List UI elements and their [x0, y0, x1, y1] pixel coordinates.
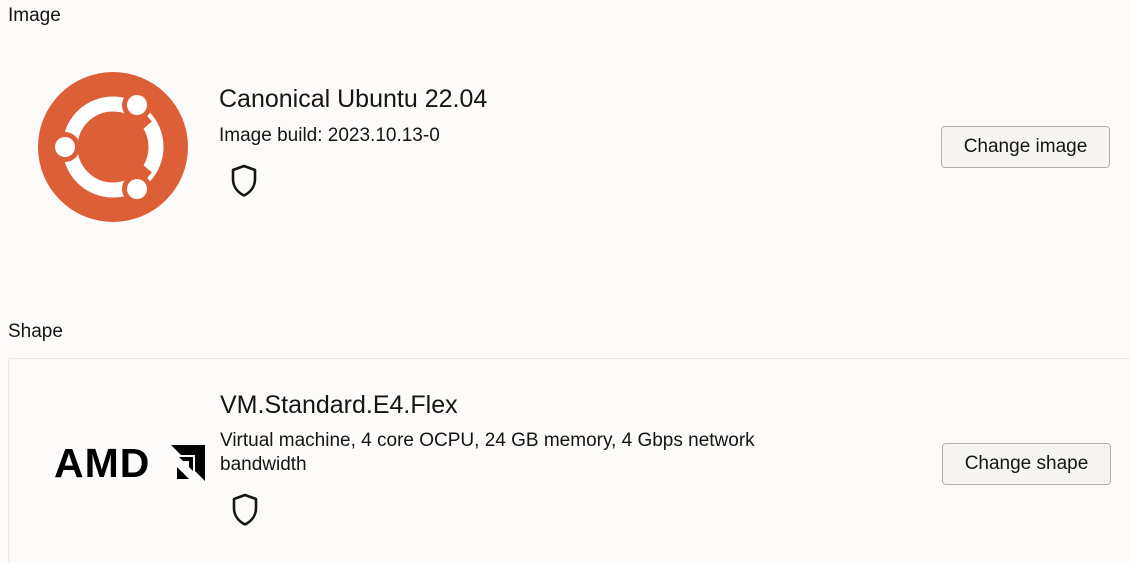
- change-shape-button[interactable]: Change shape: [942, 443, 1111, 485]
- shape-card: AMD VM.Standard.E4.Flex Virtual machine,…: [8, 358, 1130, 563]
- image-section-label: Image: [8, 5, 61, 26]
- shape-title: VM.Standard.E4.Flex: [220, 391, 458, 419]
- image-title: Canonical Ubuntu 22.04: [219, 85, 488, 113]
- shape-section-label: Shape: [8, 321, 63, 342]
- image-build-text: Image build: 2023.10.13-0: [219, 125, 440, 146]
- amd-logo-icon: AMD: [54, 443, 205, 483]
- shape-description: Virtual machine, 4 core OCPU, 24 GB memo…: [220, 430, 755, 475]
- change-image-button[interactable]: Change image: [941, 126, 1110, 168]
- amd-logo-text: AMD: [54, 443, 150, 483]
- shield-icon: [231, 164, 257, 197]
- image-card: Canonical Ubuntu 22.04 Image build: 2023…: [8, 40, 1130, 260]
- shield-icon: [232, 493, 258, 526]
- ubuntu-logo-icon: [38, 72, 188, 222]
- page: Image Canonical Ubuntu 22.04 Image build…: [0, 0, 1130, 563]
